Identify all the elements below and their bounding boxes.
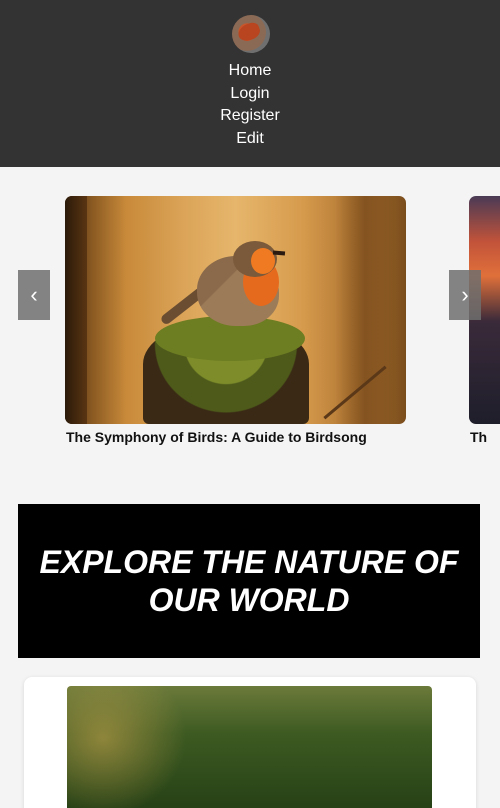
carousel-prev-button[interactable]: ‹ <box>18 270 50 320</box>
chevron-right-icon: › <box>461 282 469 307</box>
chevron-left-icon: ‹ <box>30 282 38 307</box>
carousel-next-button[interactable]: › <box>449 270 481 320</box>
nav-register[interactable]: Register <box>0 105 500 128</box>
main-nav: Home Login Register Edit <box>0 60 500 150</box>
site-header: Home Login Register Edit <box>0 0 500 167</box>
nav-edit[interactable]: Edit <box>0 128 500 151</box>
nav-login[interactable]: Login <box>0 83 500 106</box>
nav-home[interactable]: Home <box>0 60 500 83</box>
slide-image-robin[interactable] <box>65 196 406 424</box>
banner-heading: EXPLORE THE NATURE OF OUR WORLD <box>39 544 459 618</box>
featured-carousel: The Symphony of Birds: A Guide to Birdso… <box>0 196 500 456</box>
hero-banner: EXPLORE THE NATURE OF OUR WORLD <box>18 504 480 658</box>
slide-title[interactable]: The Symphony of Birds: A Guide to Birdso… <box>66 429 426 445</box>
next-slide-title[interactable]: Th <box>470 429 487 445</box>
site-logo[interactable] <box>232 15 270 53</box>
forest-image[interactable] <box>67 686 432 808</box>
content-card <box>24 677 476 808</box>
